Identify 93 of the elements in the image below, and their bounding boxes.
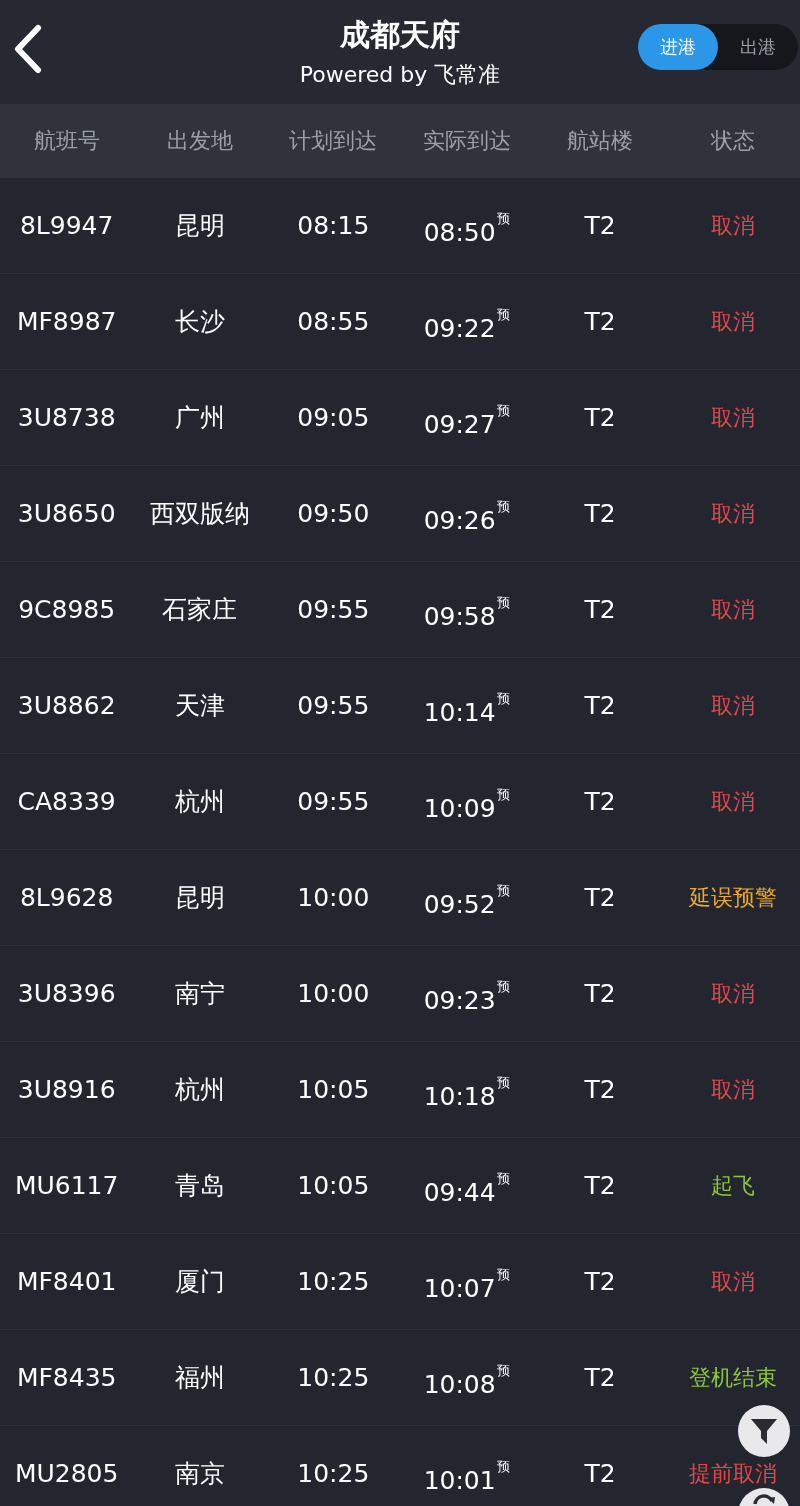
scheduled-time: 09:50 — [296, 499, 371, 528]
flight-number: 8L9947 — [18, 211, 115, 240]
terminal: T2 — [583, 979, 617, 1008]
flight-status: 取消 — [710, 691, 757, 720]
column-header: 实际到达 — [421, 127, 512, 155]
flight-status: 取消 — [710, 499, 757, 528]
terminal: T2 — [583, 403, 617, 432]
flight-status: 取消 — [710, 787, 757, 816]
terminal: T2 — [583, 1363, 617, 1392]
origin-city: 杭州 — [174, 1074, 226, 1106]
actual-time: 09:58$^{预}$ — [422, 594, 511, 631]
actual-time: 08:50$^{预}$ — [422, 210, 511, 247]
scheduled-time: 09:55 — [296, 691, 371, 720]
actual-time: 09:27$^{预}$ — [422, 402, 511, 439]
flight-status: 取消 — [710, 1075, 757, 1104]
origin-city: 石家庄 — [161, 594, 239, 626]
actual-time: 09:23$^{预}$ — [422, 978, 511, 1015]
terminal: T2 — [583, 1171, 617, 1200]
origin-city: 西双版纳 — [149, 498, 251, 530]
actual-time: 09:52$^{预}$ — [422, 882, 511, 919]
airport-title: 成都天府 — [340, 15, 460, 54]
actual-time: 10:07$^{预}$ — [422, 1266, 511, 1303]
flight-number: MU2805 — [13, 1459, 120, 1488]
terminal: T2 — [583, 211, 617, 240]
scheduled-time: 09:55 — [296, 595, 371, 624]
terminal: T2 — [583, 691, 617, 720]
actual-time: 09:44$^{预}$ — [422, 1170, 511, 1207]
actual-time: 10:08$^{预}$ — [422, 1362, 511, 1399]
scheduled-time: 10:00 — [296, 883, 371, 912]
origin-city: 昆明 — [174, 210, 226, 242]
column-header: 航站楼 — [566, 127, 634, 155]
flight-status: 起飞 — [710, 1171, 757, 1200]
origin-city: 长沙 — [174, 306, 226, 338]
flight-number: 8L9628 — [18, 883, 115, 912]
column-header: 航班号 — [32, 127, 101, 155]
origin-city: 昆明 — [174, 882, 226, 914]
flight-number: CA8339 — [16, 787, 117, 816]
flight-status: 登机结束 — [688, 1363, 779, 1392]
flight-number: 9C8985 — [17, 595, 117, 624]
flight-number: MF8435 — [15, 1363, 118, 1392]
flight-number: 3U8862 — [16, 691, 117, 720]
flight-status: 取消 — [710, 979, 757, 1008]
actual-time: 10:09$^{预}$ — [422, 786, 511, 823]
flight-status: 取消 — [710, 307, 757, 336]
scheduled-time: 09:05 — [296, 403, 371, 432]
actual-time: 09:26$^{预}$ — [422, 498, 511, 535]
toggle-tab[interactable]: 出港 — [718, 24, 798, 70]
origin-city: 南宁 — [174, 978, 226, 1010]
flight-status: 取消 — [710, 403, 757, 432]
terminal: T2 — [583, 1267, 617, 1296]
column-header: 状态 — [710, 127, 757, 155]
origin-city: 南京 — [174, 1458, 226, 1490]
powered-by-text: Powered by 飞常准 — [299, 60, 501, 89]
terminal: T2 — [583, 307, 617, 336]
terminal: T2 — [583, 883, 617, 912]
origin-city: 福州 — [174, 1362, 226, 1394]
flight-status: 提前取消 — [688, 1459, 779, 1488]
scheduled-time: 10:25 — [296, 1363, 371, 1392]
terminal: T2 — [583, 787, 617, 816]
flight-status: 取消 — [710, 211, 757, 240]
flight-number: 3U8650 — [16, 499, 117, 528]
actual-time: 09:22$^{预}$ — [422, 306, 511, 343]
terminal: T2 — [583, 1075, 617, 1104]
flight-number: 3U8916 — [16, 1075, 117, 1104]
scheduled-time: 08:15 — [296, 211, 371, 240]
terminal: T2 — [583, 595, 617, 624]
scheduled-time: 08:55 — [296, 307, 371, 336]
flight-number: 3U8396 — [16, 979, 117, 1008]
scheduled-time: 10:25 — [296, 1459, 371, 1488]
flight-number: 3U8738 — [16, 403, 117, 432]
scheduled-time: 10:00 — [296, 979, 371, 1008]
scheduled-time: 09:55 — [296, 787, 371, 816]
actual-time: 10:01$^{预}$ — [422, 1458, 511, 1495]
actual-time: 10:18$^{预}$ — [422, 1074, 511, 1111]
origin-city: 广州 — [174, 402, 226, 434]
origin-city: 青岛 — [174, 1170, 226, 1202]
terminal: T2 — [583, 499, 617, 528]
origin-city: 天津 — [174, 690, 226, 722]
flight-status: 取消 — [710, 595, 757, 624]
flight-number: MF8401 — [15, 1267, 118, 1296]
flight-number: MF8987 — [15, 307, 118, 336]
origin-city: 杭州 — [174, 786, 226, 818]
flight-status: 取消 — [710, 1267, 757, 1296]
column-header: 计划到达 — [288, 127, 379, 155]
actual-time: 10:14$^{预}$ — [422, 690, 511, 727]
flight-status: 延误预警 — [688, 883, 779, 912]
column-header: 出发地 — [166, 127, 234, 155]
origin-city: 厦门 — [174, 1266, 226, 1298]
scheduled-time: 10:05 — [296, 1171, 371, 1200]
scheduled-time: 10:25 — [296, 1267, 371, 1296]
scheduled-time: 10:05 — [296, 1075, 371, 1104]
flight-number: MU6117 — [13, 1171, 120, 1200]
terminal: T2 — [583, 1459, 617, 1488]
